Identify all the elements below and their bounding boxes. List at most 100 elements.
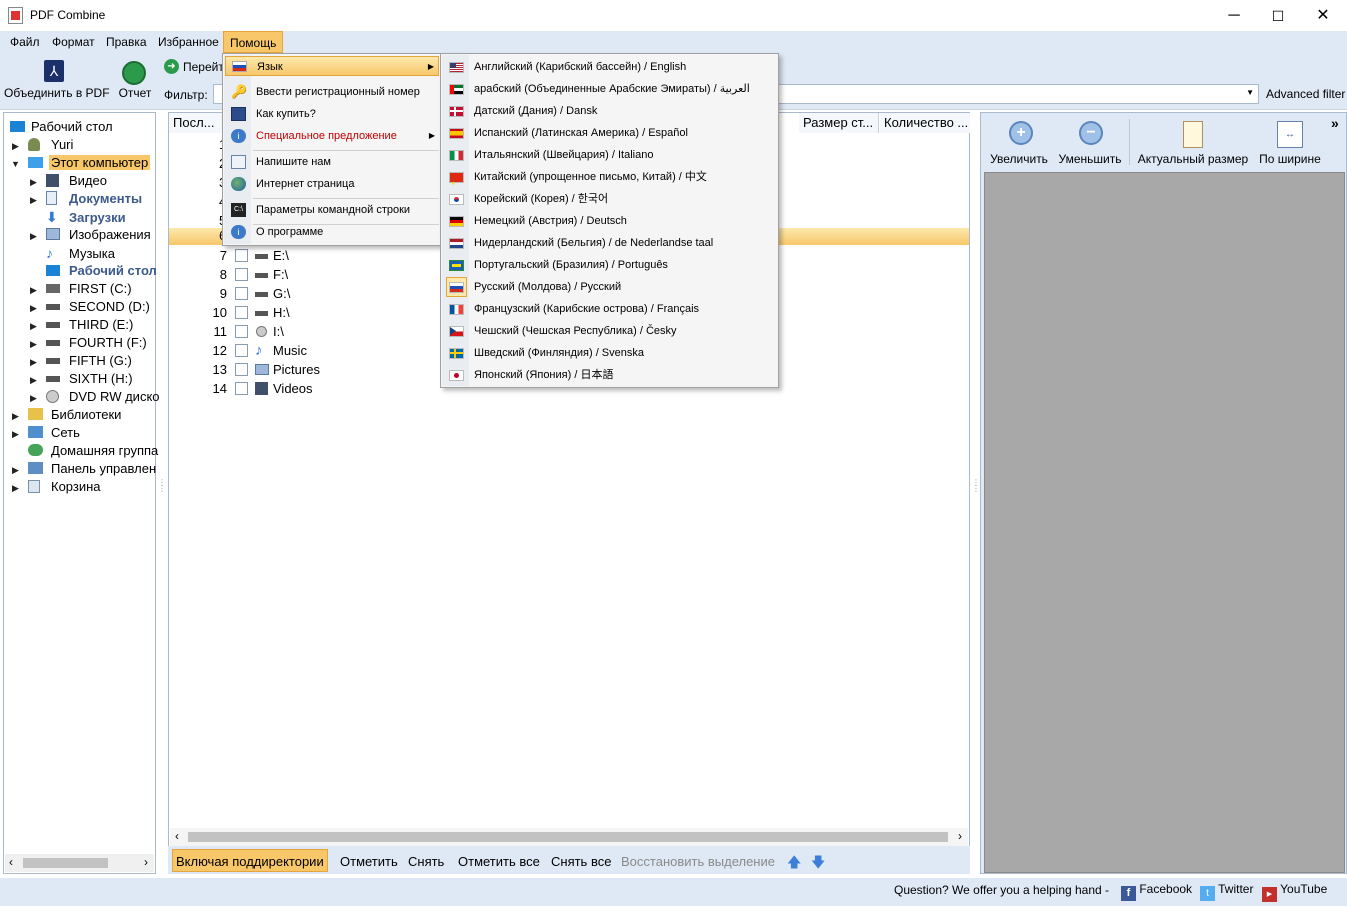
- restore-selection-button[interactable]: Восстановить выделение: [618, 852, 778, 872]
- tree-dvd[interactable]: DVD RW диско: [46, 388, 160, 406]
- mark-button[interactable]: Отметить: [337, 852, 401, 872]
- twitter-link[interactable]: t Twitter: [1200, 882, 1253, 901]
- tree-libraries[interactable]: Библиотеки: [28, 406, 121, 424]
- expand-icon[interactable]: ▶: [12, 483, 19, 494]
- goto-button[interactable]: ➜ Перейти: [164, 58, 231, 76]
- combine-button[interactable]: ⅄ Объединить в PDF: [4, 57, 110, 105]
- menu-item-language[interactable]: Язык ▶: [225, 56, 439, 76]
- expand-icon[interactable]: ▶: [30, 357, 37, 368]
- menu-item-register[interactable]: 🔑 Ввести регистрационный номер: [225, 82, 439, 102]
- collapse-icon[interactable]: ▼: [11, 159, 20, 169]
- expand-icon[interactable]: ▶: [30, 339, 37, 350]
- expand-icon[interactable]: ▶: [30, 195, 37, 206]
- language-item[interactable]: Шведский (Финляндия) / Svenska: [443, 342, 776, 364]
- language-item[interactable]: Португальский (Бразилия) / Português: [443, 254, 776, 276]
- language-item[interactable]: Корейский (Корея) / 한국어: [443, 188, 776, 210]
- expand-icon[interactable]: ▶: [30, 285, 37, 296]
- language-item[interactable]: Английский (Карибский бассейн) / English: [443, 56, 776, 78]
- language-item[interactable]: Датский (Дания) / Dansk: [443, 100, 776, 122]
- unmark-all-button[interactable]: Снять все: [548, 852, 614, 872]
- chevron-right-icon[interactable]: ›: [144, 855, 148, 869]
- tree-horizontal-scrollbar[interactable]: ‹ ›: [5, 854, 154, 872]
- minimize-button[interactable]: ─: [1214, 2, 1254, 30]
- chevron-right-icon[interactable]: ›: [958, 829, 962, 843]
- tree-this-pc[interactable]: Этот компьютер: [28, 154, 151, 172]
- expand-icon[interactable]: ▶: [30, 321, 37, 332]
- facebook-link[interactable]: f Facebook: [1121, 882, 1192, 901]
- menu-favorites[interactable]: Избранное: [152, 31, 225, 53]
- tree-pictures[interactable]: Изображения: [46, 226, 151, 244]
- language-item[interactable]: Японский (Япония) / 日本語: [443, 364, 776, 386]
- column-size[interactable]: Размер ст...: [799, 113, 879, 133]
- report-button[interactable]: Отчет: [114, 57, 156, 105]
- fit-width-button[interactable]: ↔ По ширине: [1255, 119, 1325, 169]
- tree-downloads[interactable]: ⬇ Загрузки: [46, 208, 126, 226]
- row-checkbox[interactable]: [235, 325, 248, 338]
- expand-icon[interactable]: ▶: [12, 411, 19, 422]
- tree-network[interactable]: Сеть: [28, 424, 80, 442]
- language-item[interactable]: ★ Китайский (упрощенное письмо, Китай) / …: [443, 166, 776, 188]
- row-checkbox[interactable]: [235, 268, 248, 281]
- tree-documents[interactable]: Документы: [46, 190, 142, 208]
- menu-item-website[interactable]: Интернет страница: [225, 174, 439, 194]
- language-item[interactable]: Французский (Карибские острова) / França…: [443, 298, 776, 320]
- tree-drive-h[interactable]: SIXTH (H:): [46, 370, 133, 388]
- language-item[interactable]: Итальянский (Швейцария) / Italiano: [443, 144, 776, 166]
- tree-control-panel[interactable]: Панель управлен: [28, 460, 156, 478]
- scroll-thumb[interactable]: [23, 858, 108, 868]
- expand-icon[interactable]: ▶: [12, 429, 19, 440]
- unmark-button[interactable]: Снять: [405, 852, 447, 872]
- menu-item-write-us[interactable]: Напишите нам: [225, 152, 439, 172]
- row-checkbox[interactable]: [235, 363, 248, 376]
- menu-item-cmdline[interactable]: C:\ Параметры командной строки: [225, 200, 439, 220]
- menu-format[interactable]: Формат: [46, 31, 101, 53]
- tree-homegroup[interactable]: Домашняя группа: [28, 442, 158, 460]
- expand-icon[interactable]: ▶: [30, 303, 37, 314]
- zoom-in-button[interactable]: + Увеличить: [987, 119, 1051, 169]
- row-checkbox[interactable]: [235, 287, 248, 300]
- language-item-selected[interactable]: Русский (Молдова) / Русский: [443, 276, 776, 298]
- arrow-up-icon[interactable]: 🡅: [784, 852, 804, 872]
- chevron-left-icon[interactable]: ‹: [9, 855, 13, 869]
- language-item[interactable]: Испанский (Латинская Америка) / Español: [443, 122, 776, 144]
- tree-drive-f[interactable]: FOURTH (F:): [46, 334, 147, 352]
- language-item[interactable]: Чешский (Чешская Республика) / Česky: [443, 320, 776, 342]
- list-horizontal-scrollbar[interactable]: ‹ ›: [170, 828, 968, 846]
- more-button[interactable]: »: [1331, 115, 1339, 131]
- tree-user[interactable]: Yuri: [28, 136, 73, 154]
- chevron-left-icon[interactable]: ‹: [175, 829, 179, 843]
- advanced-filter-button[interactable]: Advanced filter: [1266, 87, 1345, 101]
- expand-icon[interactable]: ▶: [30, 393, 37, 404]
- tree-desktop[interactable]: Рабочий стол: [10, 118, 113, 136]
- maximize-button[interactable]: ☐: [1258, 2, 1298, 30]
- expand-icon[interactable]: ▶: [12, 465, 19, 476]
- menu-edit[interactable]: Правка: [100, 31, 153, 53]
- column-seq[interactable]: Посл...: [169, 113, 227, 133]
- tree-drive-d[interactable]: SECOND (D:): [46, 298, 150, 316]
- row-checkbox[interactable]: [235, 344, 248, 357]
- column-count[interactable]: Количество ...: [880, 113, 970, 133]
- row-checkbox[interactable]: [235, 382, 248, 395]
- expand-icon[interactable]: ▶: [30, 375, 37, 386]
- menu-help[interactable]: Помощь: [223, 31, 284, 53]
- tree-recycle-bin[interactable]: Корзина: [28, 478, 101, 496]
- language-item[interactable]: Нидерландский (Бельгия) / de Nederlandse…: [443, 232, 776, 254]
- tree-desktop-sub[interactable]: Рабочий стол: [46, 262, 157, 280]
- splitter-left[interactable]: ⋮ ⋮: [158, 479, 166, 504]
- row-checkbox[interactable]: [235, 306, 248, 319]
- tree-music[interactable]: ♪ Музыка: [46, 244, 115, 262]
- language-item[interactable]: арабский (Объединенные Арабские Эмираты)…: [443, 78, 776, 100]
- close-button[interactable]: ✕: [1303, 2, 1343, 30]
- language-item[interactable]: Немецкий (Австрия) / Deutsch: [443, 210, 776, 232]
- menu-file[interactable]: Файл: [4, 31, 46, 53]
- tree-drive-e[interactable]: THIRD (E:): [46, 316, 133, 334]
- tree-drive-g[interactable]: FIFTH (G:): [46, 352, 132, 370]
- splitter-right[interactable]: ⋮ ⋮: [972, 479, 980, 504]
- row-checkbox[interactable]: [235, 249, 248, 262]
- tree-drive-c[interactable]: FIRST (C:): [46, 280, 132, 298]
- youtube-link[interactable]: ▶ YouTube: [1262, 882, 1327, 902]
- zoom-out-button[interactable]: − Уменьшить: [1057, 119, 1123, 169]
- expand-icon[interactable]: ▶: [30, 177, 37, 188]
- include-subdirs-toggle[interactable]: Включая поддиректории: [172, 849, 328, 872]
- tree-video[interactable]: Видео: [46, 172, 107, 190]
